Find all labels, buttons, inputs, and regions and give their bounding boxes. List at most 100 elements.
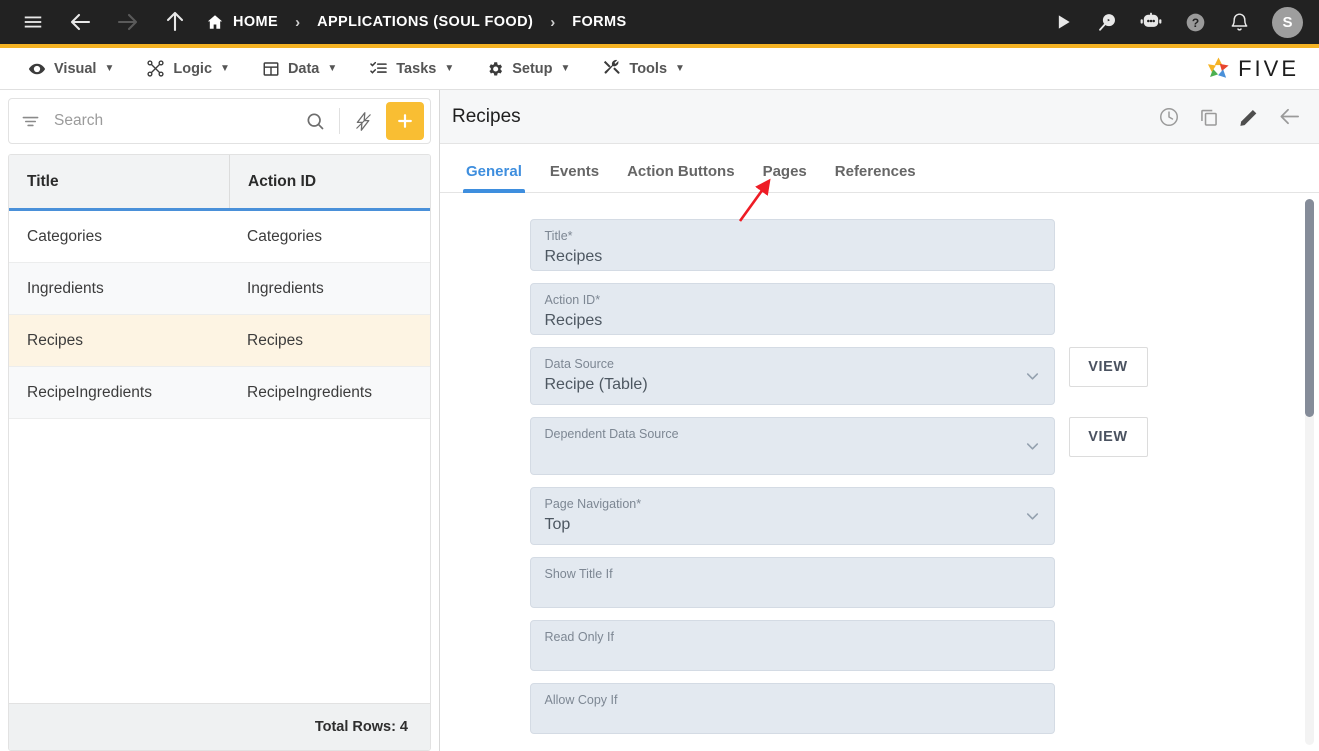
breadcrumb-separator: › xyxy=(550,13,556,31)
tab-references[interactable]: References xyxy=(821,163,930,192)
view-button-dependent-data-source[interactable]: VIEW xyxy=(1068,417,1148,457)
lightning-bolt-icon[interactable] xyxy=(346,104,380,138)
field-value-page-navigation: Top xyxy=(544,516,571,533)
cell-action-id: Categories xyxy=(247,227,322,245)
menu-setup[interactable]: Setup ▼ xyxy=(470,48,586,89)
field-allow-copy-if[interactable]: Allow Copy If xyxy=(529,683,1055,734)
hamburger-icon[interactable] xyxy=(16,5,50,39)
table-row[interactable]: Categories Categories xyxy=(9,211,430,263)
notifications-bell-icon[interactable] xyxy=(1222,5,1256,39)
breadcrumb: HOME › APPLICATIONS (SOUL FOOD) › FORMS xyxy=(206,13,627,31)
run-icon[interactable] xyxy=(1046,5,1080,39)
search-icon[interactable] xyxy=(297,111,333,131)
form-area: Title* Recipes Action ID* Recipes Data S… xyxy=(440,193,1319,751)
menu-data[interactable]: Data ▼ xyxy=(246,48,353,89)
chevron-down-icon: ▼ xyxy=(444,63,455,74)
detail-header: Recipes xyxy=(440,90,1319,144)
tab-action-buttons[interactable]: Action Buttons xyxy=(613,163,748,192)
cell-action-id: Ingredients xyxy=(247,279,324,297)
add-button[interactable] xyxy=(386,102,424,140)
table-row-selected[interactable]: Recipes Recipes xyxy=(9,315,430,367)
brand-logo: FIVE xyxy=(1205,55,1307,82)
cell-title: Categories xyxy=(27,227,102,245)
svg-text:?: ? xyxy=(1191,15,1198,29)
chevron-down-icon[interactable] xyxy=(1023,507,1042,526)
field-label-data-source: Data Source xyxy=(544,357,614,371)
chevron-down-icon[interactable] xyxy=(1023,437,1042,456)
vertical-scrollbar[interactable] xyxy=(1305,199,1314,745)
form-row: Title* Recipes xyxy=(440,219,1319,271)
field-dependent-data-source[interactable]: Dependent Data Source xyxy=(529,417,1055,475)
view-button-data-source[interactable]: VIEW xyxy=(1068,347,1148,387)
cell-action-id: RecipeIngredients xyxy=(247,383,372,401)
top-navigation-bar: HOME › APPLICATIONS (SOUL FOOD) › FORMS xyxy=(0,0,1319,44)
label-text: Action ID xyxy=(544,293,596,307)
total-rows-label: Total Rows: 4 xyxy=(314,719,408,735)
preview-search-icon[interactable] xyxy=(1090,5,1124,39)
menu-visual-label: Visual xyxy=(54,60,97,77)
forms-table: Title Action ID Categories Categories In… xyxy=(8,154,431,751)
menu-tasks[interactable]: Tasks ▼ xyxy=(353,48,470,89)
form-row: Page Navigation* Top xyxy=(440,487,1319,545)
search-bar xyxy=(8,98,431,144)
breadcrumb-item-home[interactable]: HOME xyxy=(206,13,278,31)
sidebar-panel: Title Action ID Categories Categories In… xyxy=(0,90,440,751)
field-label-dependent-data-source: Dependent Data Source xyxy=(544,427,679,441)
tab-events[interactable]: Events xyxy=(536,163,613,192)
arrow-up-icon[interactable] xyxy=(158,5,192,39)
field-data-source[interactable]: Data Source Recipe (Table) xyxy=(529,347,1055,405)
field-show-title-if[interactable]: Show Title If xyxy=(529,557,1055,608)
arrow-left-icon[interactable] xyxy=(64,5,98,39)
search-input[interactable] xyxy=(40,112,297,130)
menu-logic[interactable]: Logic ▼ xyxy=(130,48,246,89)
cell-action-id: Recipes xyxy=(247,331,303,349)
scrollbar-thumb[interactable] xyxy=(1305,199,1314,417)
table-header-row: Title Action ID xyxy=(9,155,430,211)
cell-title: Recipes xyxy=(27,331,83,349)
detail-header-actions xyxy=(1158,105,1301,128)
history-clock-icon[interactable] xyxy=(1158,106,1180,128)
help-icon[interactable]: ? xyxy=(1178,5,1212,39)
app-root: HOME › APPLICATIONS (SOUL FOOD) › FORMS xyxy=(0,0,1319,751)
table-row[interactable]: RecipeIngredients RecipeIngredients xyxy=(9,367,430,419)
back-arrow-icon[interactable] xyxy=(1278,105,1301,128)
home-icon xyxy=(206,13,224,31)
field-action-id[interactable]: Action ID* Recipes xyxy=(529,283,1055,335)
robot-chat-icon[interactable] xyxy=(1134,5,1168,39)
column-header-title[interactable]: Title xyxy=(9,155,229,208)
table-footer: Total Rows: 4 xyxy=(9,703,430,750)
field-page-navigation[interactable]: Page Navigation* Top xyxy=(529,487,1055,545)
menu-setup-label: Setup xyxy=(512,60,553,77)
field-read-only-if[interactable]: Read Only If xyxy=(529,620,1055,671)
table-grid-icon xyxy=(262,60,280,78)
chevron-down-icon[interactable] xyxy=(1023,367,1042,386)
column-header-action-id[interactable]: Action ID xyxy=(229,155,430,208)
table-row[interactable]: Ingredients Ingredients xyxy=(9,263,430,315)
tasks-list-icon xyxy=(369,59,388,78)
menu-tools-label: Tools xyxy=(629,60,668,77)
cell-title: Ingredients xyxy=(27,279,104,297)
menu-logic-label: Logic xyxy=(173,60,213,77)
breadcrumb-item-forms[interactable]: FORMS xyxy=(572,14,626,30)
required-marker: * xyxy=(595,293,601,307)
application-menu-bar: Visual ▼ Logic ▼ Data ▼ Tasks ▼ Setup ▼ … xyxy=(0,48,1319,90)
edit-pencil-icon[interactable] xyxy=(1238,106,1260,128)
copy-icon[interactable] xyxy=(1198,106,1220,128)
tab-general[interactable]: General xyxy=(452,163,536,193)
tab-pages[interactable]: Pages xyxy=(749,163,821,192)
field-label-allow-copy-if: Allow Copy If xyxy=(544,693,618,707)
filter-icon[interactable] xyxy=(21,112,40,131)
label-text: Title xyxy=(544,229,568,243)
arrow-right-icon[interactable] xyxy=(110,5,144,39)
menu-tools[interactable]: Tools ▼ xyxy=(586,48,701,89)
menu-data-label: Data xyxy=(287,60,320,77)
label-text: Page Navigation xyxy=(544,497,637,511)
avatar[interactable]: S xyxy=(1272,6,1303,38)
search-toolbar xyxy=(0,90,439,144)
breadcrumb-item-applications[interactable]: APPLICATIONS (SOUL FOOD) xyxy=(317,14,533,30)
menu-visual[interactable]: Visual ▼ xyxy=(12,48,130,89)
field-title[interactable]: Title* Recipes xyxy=(529,219,1055,271)
